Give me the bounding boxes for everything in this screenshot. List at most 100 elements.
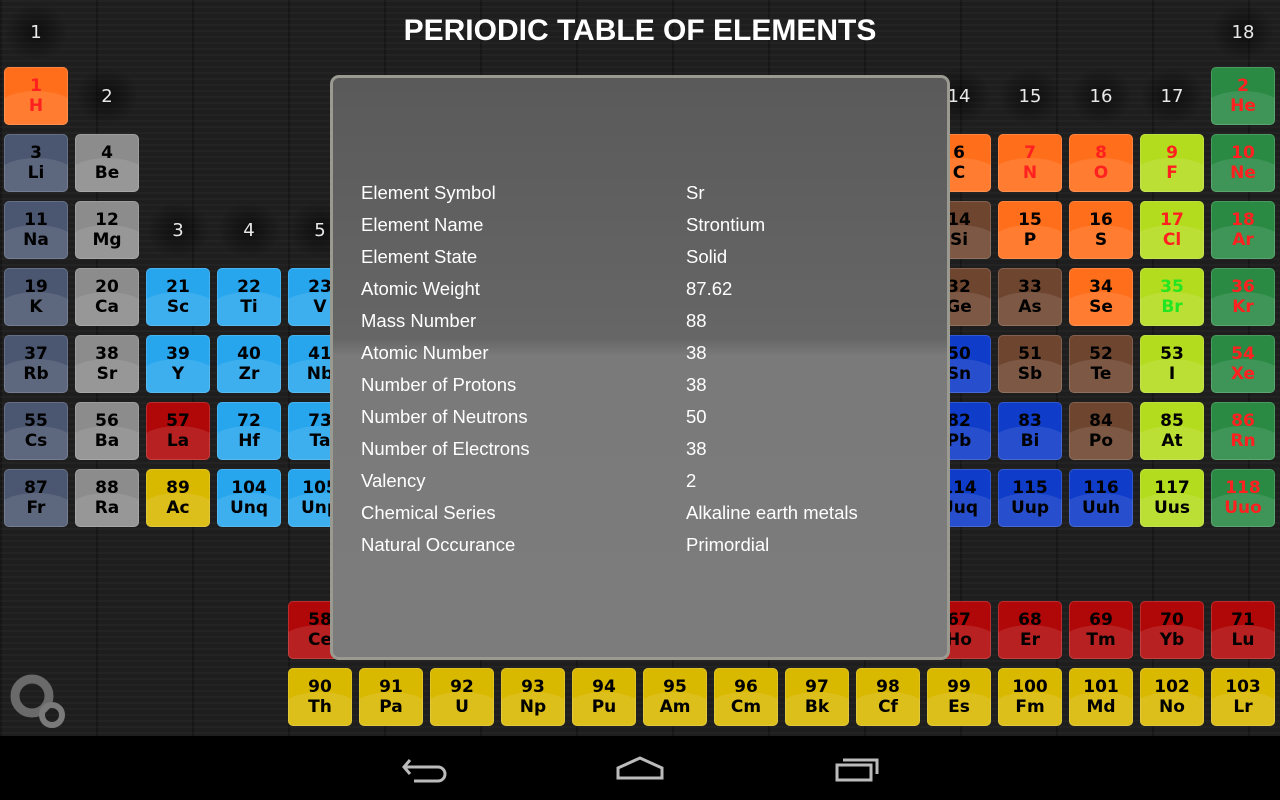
atomic-number: 15 (1018, 210, 1042, 230)
element-symbol: C (952, 163, 966, 183)
element-cell-rb[interactable]: 37 Rb (4, 335, 68, 393)
atomic-number: 103 (1225, 677, 1261, 697)
element-symbol: U (455, 697, 469, 717)
element-symbol: Ce (307, 630, 332, 650)
element-cell-po[interactable]: 84 Po (1069, 402, 1133, 460)
atomic-number: 20 (95, 277, 119, 297)
element-cell-te[interactable]: 52 Te (1069, 335, 1133, 393)
atomic-number: 88 (95, 478, 119, 498)
atomic-number: 6 (953, 143, 965, 163)
element-cell-ne[interactable]: 10 Ne (1211, 134, 1275, 192)
element-cell-hf[interactable]: 72 Hf (217, 402, 281, 460)
element-cell-n[interactable]: 7N (998, 134, 1062, 192)
element-symbol: Na (23, 230, 49, 250)
element-cell-be[interactable]: 4 Be (75, 134, 139, 192)
element-cell-tm[interactable]: 69 Tm (1069, 601, 1133, 659)
element-cell-ca[interactable]: 20 Ca (75, 268, 139, 326)
atomic-number: 57 (166, 411, 190, 431)
element-symbol: Tm (1086, 630, 1116, 650)
element-cell-cs[interactable]: 55 Cs (4, 402, 68, 460)
element-cell-u[interactable]: 92 U (430, 668, 494, 726)
element-cell-h[interactable]: 1H (4, 67, 68, 125)
element-cell-am[interactable]: 95 Am (643, 668, 707, 726)
element-cell-at[interactable]: 85 At (1140, 402, 1204, 460)
element-cell-pu[interactable]: 94 Pu (572, 668, 636, 726)
element-cell-uuh[interactable]: 116 Uuh (1069, 469, 1133, 527)
element-cell-uus[interactable]: 117 Uus (1140, 469, 1204, 527)
atomic-number: 95 (663, 677, 687, 697)
element-cell-la[interactable]: 57 La (146, 402, 210, 460)
element-cell-f[interactable]: 9F (1140, 134, 1204, 192)
element-cell-md[interactable]: 101 Md (1069, 668, 1133, 726)
element-cell-as[interactable]: 33 As (998, 268, 1062, 326)
element-cell-na[interactable]: 11 Na (4, 201, 68, 259)
element-cell-yb[interactable]: 70 Yb (1140, 601, 1204, 659)
element-cell-er[interactable]: 68 Er (998, 601, 1062, 659)
element-cell-sc[interactable]: 21 Sc (146, 268, 210, 326)
element-cell-lr[interactable]: 103 Lr (1211, 668, 1275, 726)
group-label: 18 (1211, 3, 1275, 61)
recent-apps-icon[interactable] (827, 750, 887, 786)
detail-row: Valency 2 (361, 470, 947, 500)
element-cell-br[interactable]: 35 Br (1140, 268, 1204, 326)
element-symbol: Sc (166, 297, 190, 317)
element-cell-i[interactable]: 53 I (1140, 335, 1204, 393)
element-cell-cf[interactable]: 98 Cf (856, 668, 920, 726)
element-cell-k[interactable]: 19 K (4, 268, 68, 326)
back-icon[interactable] (394, 750, 454, 786)
gears-icon[interactable] (8, 672, 70, 732)
element-cell-sr[interactable]: 38 Sr (75, 335, 139, 393)
element-cell-no[interactable]: 102 No (1140, 668, 1204, 726)
atomic-number: 118 (1225, 478, 1261, 498)
element-cell-np[interactable]: 93 Np (501, 668, 565, 726)
element-cell-s[interactable]: 16 S (1069, 201, 1133, 259)
element-cell-sb[interactable]: 51 Sb (998, 335, 1062, 393)
element-cell-zr[interactable]: 40 Zr (217, 335, 281, 393)
element-symbol: O (1093, 163, 1109, 183)
element-cell-pa[interactable]: 91 Pa (359, 668, 423, 726)
element-cell-unq[interactable]: 104 Unq (217, 469, 281, 527)
atomic-number: 97 (805, 677, 829, 697)
element-cell-fr[interactable]: 87 Fr (4, 469, 68, 527)
detail-row: Mass Number 88 (361, 310, 947, 340)
element-cell-ar[interactable]: 18 Ar (1211, 201, 1275, 259)
element-cell-cl[interactable]: 17 Cl (1140, 201, 1204, 259)
element-cell-uuo[interactable]: 118 Uuo (1211, 469, 1275, 527)
element-cell-uup[interactable]: 115 Uup (998, 469, 1062, 527)
element-cell-se[interactable]: 34 Se (1069, 268, 1133, 326)
element-cell-bi[interactable]: 83 Bi (998, 402, 1062, 460)
element-cell-p[interactable]: 15 P (998, 201, 1062, 259)
element-cell-ba[interactable]: 56 Ba (75, 402, 139, 460)
element-cell-li[interactable]: 3 Li (4, 134, 68, 192)
element-cell-he[interactable]: 2 He (1211, 67, 1275, 125)
atomic-number: 10 (1231, 143, 1255, 163)
element-details-dialog[interactable]: Element Symbol Sr Element Name Strontium Ele… (330, 75, 950, 660)
atomic-number: 51 (1018, 344, 1042, 364)
element-cell-cm[interactable]: 96 Cm (714, 668, 778, 726)
element-symbol: Bi (1020, 431, 1040, 451)
group-label: 1 (4, 3, 68, 61)
element-cell-ra[interactable]: 88 Ra (75, 469, 139, 527)
element-cell-lu[interactable]: 71 Lu (1211, 601, 1275, 659)
element-cell-kr[interactable]: 36 Kr (1211, 268, 1275, 326)
element-cell-xe[interactable]: 54 Xe (1211, 335, 1275, 393)
element-cell-es[interactable]: 99 Es (927, 668, 991, 726)
element-cell-mg[interactable]: 12 Mg (75, 201, 139, 259)
element-cell-rn[interactable]: 86 Rn (1211, 402, 1275, 460)
atomic-number: 21 (166, 277, 190, 297)
element-symbol: Cm (730, 697, 762, 717)
element-cell-y[interactable]: 39 Y (146, 335, 210, 393)
atomic-number: 7 (1024, 143, 1036, 163)
atomic-number: 32 (947, 277, 971, 297)
element-symbol: Ac (166, 498, 190, 518)
element-cell-th[interactable]: 90 Th (288, 668, 352, 726)
element-cell-ti[interactable]: 22 Ti (217, 268, 281, 326)
element-cell-ac[interactable]: 89 Ac (146, 469, 210, 527)
element-cell-o[interactable]: 8O (1069, 134, 1133, 192)
home-icon[interactable] (610, 750, 670, 786)
element-symbol: S (1094, 230, 1108, 250)
atomic-number: 93 (521, 677, 545, 697)
element-cell-bk[interactable]: 97 Bk (785, 668, 849, 726)
detail-value: 38 (686, 342, 707, 363)
element-cell-fm[interactable]: 100 Fm (998, 668, 1062, 726)
